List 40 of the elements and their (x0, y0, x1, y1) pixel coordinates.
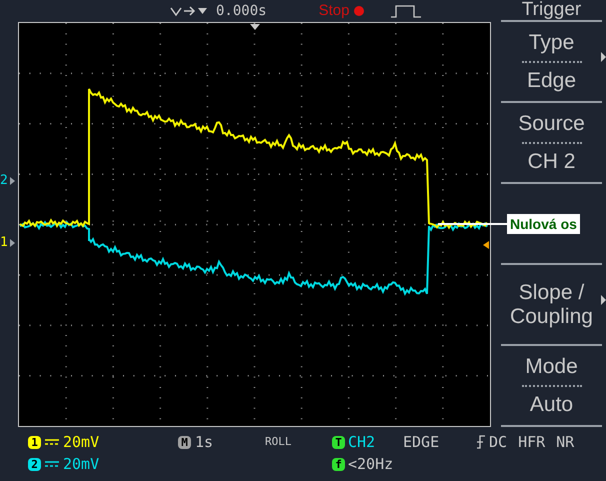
time-offset: 0.000s (216, 2, 267, 20)
leader-line (438, 223, 508, 224)
dc-coupling-icon (44, 459, 60, 469)
trigger-source: CH2 (348, 432, 376, 453)
trigger-type: EDGE (403, 432, 440, 453)
option-value: Edge (526, 68, 576, 92)
timebase-value: 1s (195, 432, 214, 453)
delay-arrow-icon (170, 5, 208, 17)
channel-scale: 20mV (63, 432, 100, 453)
option-label: Source (518, 112, 585, 136)
channel-badge: 2 (28, 458, 41, 470)
channel-marker: 1 (0, 236, 8, 250)
annotation-label: Nulová os (507, 214, 580, 234)
menu-option[interactable]: Type Edge (501, 22, 602, 103)
trigger-frequency: <20Hz (348, 454, 394, 475)
menu-option[interactable]: Source CH 2 (501, 103, 602, 184)
rising-edge-icon (476, 435, 486, 449)
frequency-badge: f (332, 458, 345, 470)
trigger-badge: T (332, 436, 345, 448)
dc-coupling-icon (44, 437, 60, 447)
stop-icon (353, 5, 366, 17)
menu-option[interactable]: Mode Auto (501, 346, 602, 427)
option-label: Type (528, 30, 574, 54)
run-state: Stop (318, 0, 350, 21)
timebase-badge: M (178, 436, 191, 448)
pulse-icon (391, 4, 422, 18)
hf-reject: HFR (518, 432, 546, 453)
trigger-level-icon (483, 241, 489, 249)
option-value: CH 2 (528, 150, 576, 174)
option-label: Slope / Coupling (510, 280, 593, 328)
channel-badge: 1 (28, 436, 41, 448)
menu-option[interactable]: Slope / Coupling (501, 265, 602, 346)
option-value: Auto (530, 392, 574, 416)
acquisition-mode: ROLL (265, 434, 292, 450)
channel-marker: 2 (0, 174, 8, 188)
channel-scale: 20mV (63, 454, 100, 475)
menu-title: Trigger (501, 0, 602, 22)
option-label: Mode (525, 354, 578, 378)
noise-reject: NR (556, 432, 574, 453)
trigger-coupling: DC (489, 432, 508, 453)
